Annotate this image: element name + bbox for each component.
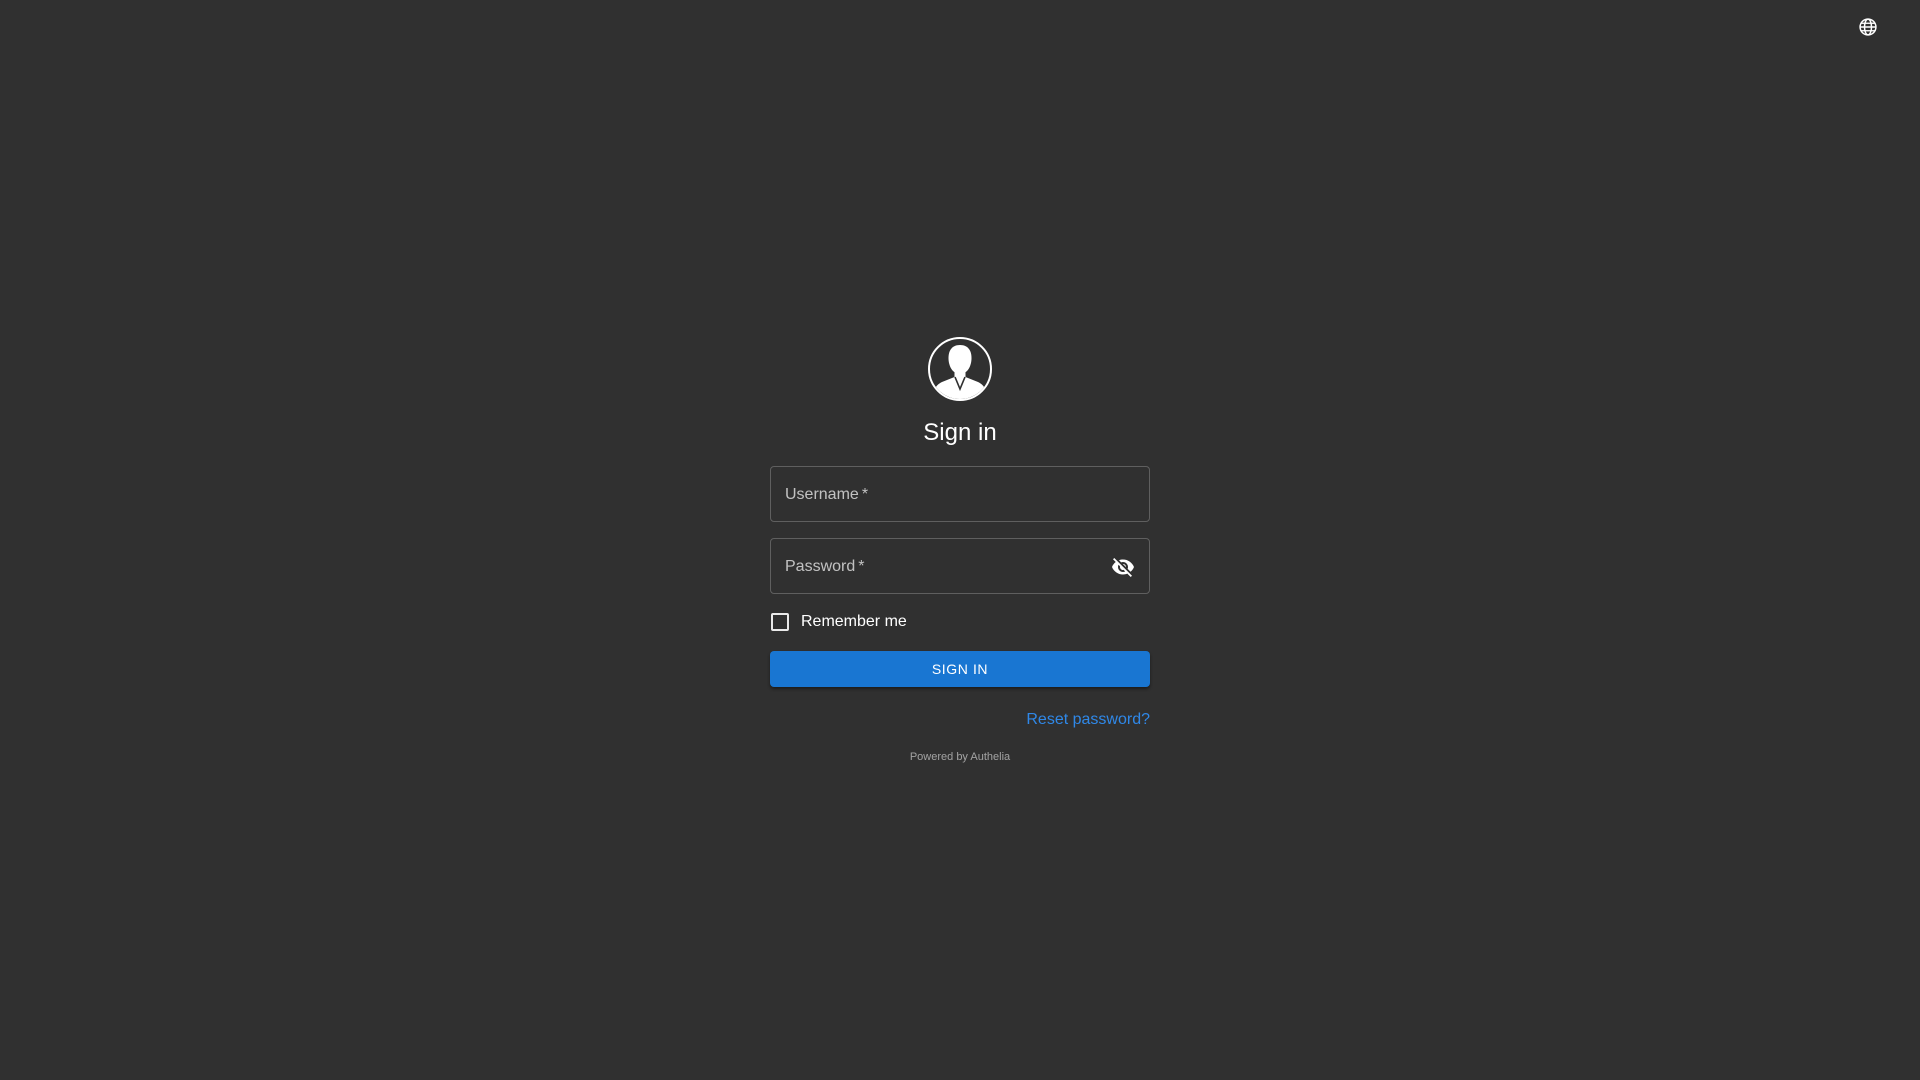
language-button[interactable]	[1854, 13, 1882, 41]
toggle-password-visibility-button[interactable]	[1107, 551, 1139, 583]
user-silhouette-icon	[928, 337, 992, 401]
page-title: Sign in	[923, 419, 997, 446]
password-input[interactable]	[771, 539, 1149, 593]
authelia-link[interactable]: Authelia	[970, 751, 1010, 763]
reset-password-link[interactable]: Reset password?	[1026, 711, 1150, 728]
remember-me-row: Remember me	[770, 610, 1150, 634]
remember-me-label[interactable]: Remember me	[801, 613, 907, 631]
remember-me-checkbox[interactable]	[771, 613, 789, 631]
powered-by-footer: Powered by Authelia	[910, 751, 1010, 763]
sign-in-button[interactable]: SIGN IN	[770, 651, 1150, 687]
login-page: Sign in Username * Password * Remember me …	[0, 0, 1920, 1080]
password-field[interactable]: Password *	[770, 538, 1150, 594]
username-input[interactable]	[771, 467, 1149, 521]
login-form: Sign in Username * Password * Remember me …	[770, 337, 1150, 763]
reset-password-row: Reset password?	[770, 711, 1150, 729]
powered-by-prefix: Powered by	[909, 751, 968, 763]
eye-off-icon	[1112, 558, 1134, 577]
globe-icon	[1859, 18, 1877, 36]
username-field[interactable]: Username *	[770, 466, 1150, 522]
